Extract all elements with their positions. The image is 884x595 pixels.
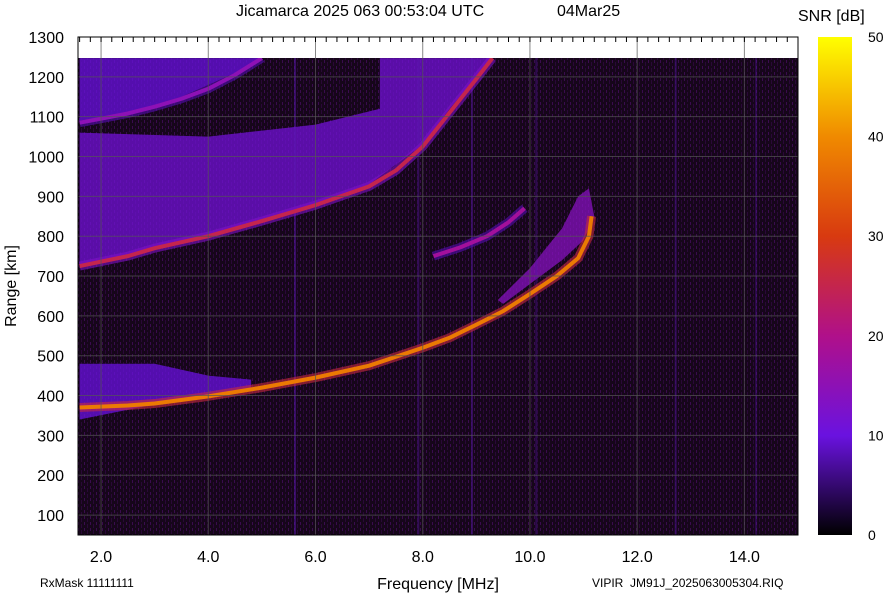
colorbar-tick-label: 50 (868, 29, 884, 45)
x-tick-label: 12.0 (622, 549, 653, 566)
chart-date: 04Mar25 (557, 3, 620, 20)
colorbar-tick-label: 10 (868, 427, 884, 443)
y-tick-label: 600 (37, 309, 64, 326)
y-tick-label: 700 (37, 269, 64, 286)
y-tick-label: 400 (37, 389, 64, 406)
file-label: VIPIR JM91J_2025063005304.RIQ (592, 576, 783, 590)
interference-stripe (470, 58, 473, 535)
interference-stripe (535, 58, 538, 535)
colorbar-label: SNR [dB] (798, 8, 865, 25)
colorbar-tick-label: 0 (868, 527, 876, 543)
interference-stripe (417, 58, 420, 535)
x-tick-label: 2.0 (90, 549, 112, 566)
x-tick-label: 8.0 (412, 549, 434, 566)
x-tick-label: 4.0 (197, 549, 219, 566)
y-tick-label: 200 (37, 468, 64, 485)
x-tick-label: 6.0 (304, 549, 326, 566)
ionogram-chart: Jicamarca 2025 063 00:53:04 UTC 04Mar25 … (3, 3, 884, 593)
rxmask-label: RxMask 11111111 (40, 576, 134, 590)
y-tick-label: 300 (37, 428, 64, 445)
y-tick-label: 1300 (28, 30, 64, 47)
y-tick-label: 800 (37, 229, 64, 246)
colorbar (818, 37, 852, 535)
y-tick-label: 500 (37, 349, 64, 366)
colorbar-tick-label: 30 (868, 228, 884, 244)
chart-title: Jicamarca 2025 063 00:53:04 UTC (236, 3, 484, 20)
x-axis-label: Frequency [MHz] (377, 576, 499, 593)
y-tick-label: 900 (37, 189, 64, 206)
y-tick-label: 1200 (28, 70, 64, 87)
x-tick-label: 10.0 (514, 549, 545, 566)
interference-stripe (294, 58, 297, 535)
colorbar-tick-label: 20 (868, 328, 884, 344)
colorbar-tick-label: 40 (868, 129, 884, 145)
x-tick-label: 14.0 (729, 549, 760, 566)
y-tick-label: 100 (37, 508, 64, 525)
y-axis-label: Range [km] (3, 245, 20, 327)
interference-stripe (755, 58, 758, 535)
y-tick-label: 1000 (28, 150, 64, 167)
interference-stripe (674, 58, 677, 535)
y-tick-label: 1100 (30, 110, 65, 127)
